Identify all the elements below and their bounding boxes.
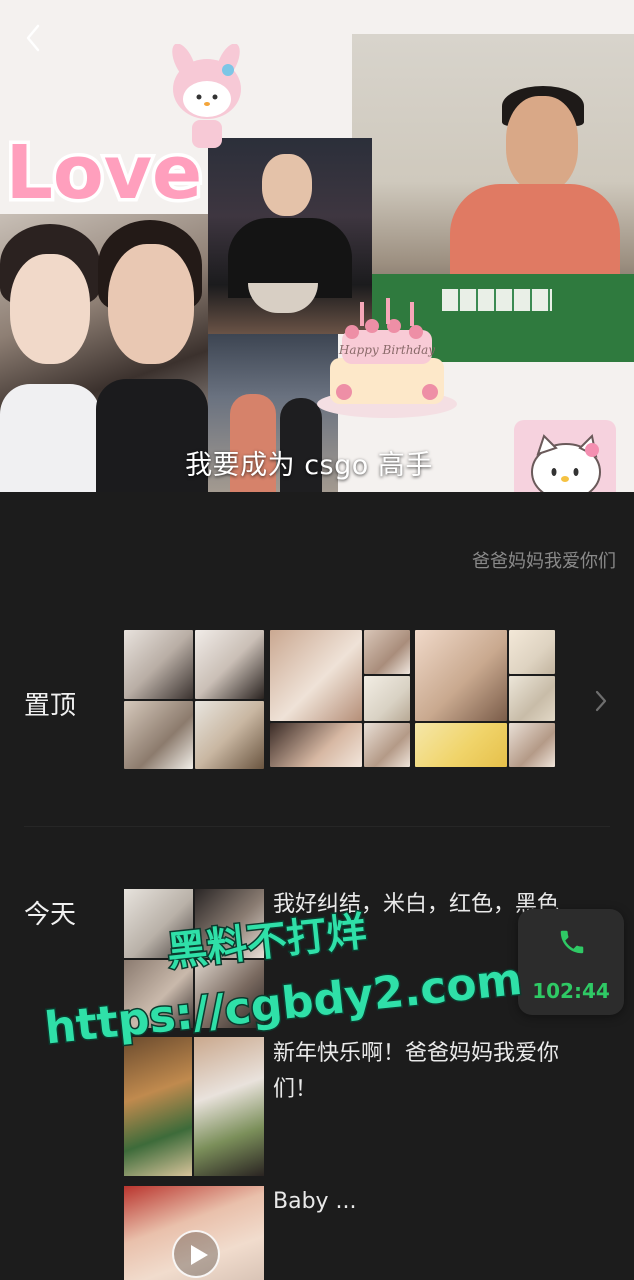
play-icon — [191, 1245, 208, 1265]
post-thumbnail[interactable] — [124, 889, 264, 1028]
call-duration: 102:44 — [532, 979, 610, 1003]
play-button[interactable] — [172, 1230, 220, 1278]
today-section-label: 今天 — [24, 900, 77, 930]
birthday-cake-sticker: Happy Birthday — [317, 298, 457, 418]
pinned-more-button[interactable] — [592, 688, 610, 714]
chevron-right-icon — [595, 690, 607, 712]
album-photo — [124, 700, 193, 769]
post-photo — [124, 959, 193, 1028]
album-photo — [364, 630, 410, 675]
album-photo — [415, 630, 507, 721]
album-photo — [195, 630, 264, 699]
love-sticker-text: Love — [6, 130, 202, 216]
album-photo — [270, 630, 362, 721]
love-sticker: Love — [4, 127, 204, 219]
album-photo — [509, 630, 555, 675]
post-photo — [195, 889, 264, 958]
profile-signature: 爸爸妈妈我爱你们 — [472, 551, 616, 572]
album-photo — [364, 722, 410, 767]
post-photo — [195, 959, 264, 1028]
hello-kitty-sticker — [514, 420, 616, 492]
pinned-album-3[interactable] — [415, 630, 555, 769]
album-photo — [195, 700, 264, 769]
post-text[interactable]: Baby ... — [273, 1184, 573, 1220]
post-photo — [124, 1037, 192, 1176]
svg-text:Happy Birthday: Happy Birthday — [338, 343, 435, 357]
post-text[interactable]: 新年快乐啊！爸爸妈妈我爱你们！ — [273, 1036, 573, 1108]
pinned-album-2[interactable] — [270, 630, 410, 769]
album-photo — [364, 676, 410, 721]
album-photo — [509, 676, 555, 721]
pinned-section-label: 置顶 — [24, 691, 77, 721]
video-thumbnail[interactable] — [124, 1186, 264, 1280]
post-photo — [124, 889, 193, 958]
profile-cover[interactable]: Love Happy Birthday 我要成为 csgo 高手 — [0, 0, 634, 492]
album-photo — [415, 722, 507, 767]
pinned-album-1[interactable] — [124, 630, 264, 769]
post-thumbnail[interactable] — [124, 1037, 264, 1176]
section-divider — [24, 826, 610, 827]
back-button[interactable] — [16, 18, 52, 58]
album-photo — [270, 722, 362, 767]
chevron-left-icon — [26, 24, 40, 52]
album-photo — [509, 722, 555, 767]
post-photo — [194, 1037, 264, 1176]
phone-icon — [560, 930, 584, 954]
album-photo — [124, 630, 193, 699]
floating-call-window[interactable]: 102:44 — [518, 909, 624, 1015]
